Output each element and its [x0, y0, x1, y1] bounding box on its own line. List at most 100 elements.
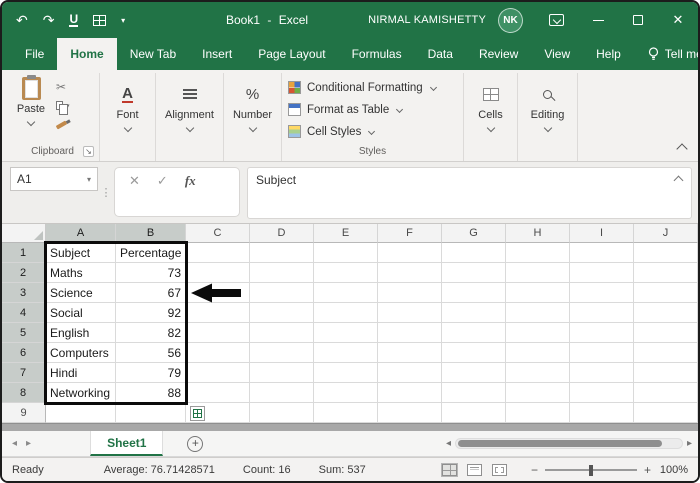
cell-H8[interactable] [506, 383, 570, 403]
customize-qat-icon[interactable]: ▾ [121, 16, 125, 25]
collapse-ribbon-icon[interactable] [676, 143, 687, 154]
paste-button[interactable]: Paste [12, 75, 50, 143]
scrollbar-thumb[interactable] [458, 440, 662, 447]
cell-I1[interactable] [570, 243, 634, 263]
cell-I7[interactable] [570, 363, 634, 383]
collapse-formula-bar-icon[interactable] [674, 176, 684, 186]
row-header-9[interactable]: 9 [2, 403, 46, 423]
column-header-C[interactable]: C [186, 224, 250, 243]
ribbon-group-editing[interactable]: Editing [518, 73, 578, 161]
format-painter-button[interactable] [56, 117, 70, 132]
cell-J7[interactable] [634, 363, 698, 383]
tab-insert[interactable]: Insert [189, 38, 245, 70]
cell-G6[interactable] [442, 343, 506, 363]
cell-I2[interactable] [570, 263, 634, 283]
column-header-F[interactable]: F [378, 224, 442, 243]
cell-B2[interactable]: 73 [116, 263, 186, 283]
cell-E6[interactable] [314, 343, 378, 363]
tab-file[interactable]: File [12, 38, 57, 70]
cell-B7[interactable]: 79 [116, 363, 186, 383]
cell-I9[interactable] [570, 403, 634, 423]
cell-E8[interactable] [314, 383, 378, 403]
cell-G2[interactable] [442, 263, 506, 283]
column-header-B[interactable]: B [116, 224, 186, 243]
cell-A3[interactable]: Science [46, 283, 116, 303]
name-box[interactable]: A1 ▾ [10, 167, 98, 191]
cell-D8[interactable] [250, 383, 314, 403]
cell-B4[interactable]: 92 [116, 303, 186, 323]
cell-B8[interactable]: 88 [116, 383, 186, 403]
cell-H1[interactable] [506, 243, 570, 263]
cell-A4[interactable]: Social [46, 303, 116, 323]
column-header-I[interactable]: I [570, 224, 634, 243]
ribbon-display-options-icon[interactable] [549, 14, 564, 26]
cell-G1[interactable] [442, 243, 506, 263]
row-header-2[interactable]: 2 [2, 263, 46, 283]
cell-J9[interactable] [634, 403, 698, 423]
cell-G5[interactable] [442, 323, 506, 343]
tab-review[interactable]: Review [466, 38, 531, 70]
column-header-E[interactable]: E [314, 224, 378, 243]
cell-F8[interactable] [378, 383, 442, 403]
scrollbar-track[interactable] [455, 438, 683, 449]
tell-me-button[interactable]: Tell me [648, 38, 700, 70]
cell-E7[interactable] [314, 363, 378, 383]
cell-J6[interactable] [634, 343, 698, 363]
column-header-H[interactable]: H [506, 224, 570, 243]
cell-J2[interactable] [634, 263, 698, 283]
row-header-5[interactable]: 5 [2, 323, 46, 343]
conditional-formatting-button[interactable]: Conditional Formatting [286, 77, 459, 98]
cell-C6[interactable] [186, 343, 250, 363]
select-all-corner[interactable] [2, 224, 46, 243]
cell-D1[interactable] [250, 243, 314, 263]
cell-E1[interactable] [314, 243, 378, 263]
horizontal-scrollbar[interactable]: ◂ ▸ [446, 438, 692, 449]
sheet-nav-left-icon[interactable]: ◂ [12, 438, 17, 449]
cancel-icon[interactable]: ✕ [129, 174, 140, 187]
cell-B6[interactable]: 56 [116, 343, 186, 363]
ribbon-group-alignment[interactable]: Alignment [156, 73, 224, 161]
sheet-nav-right-icon[interactable]: ▸ [26, 438, 31, 449]
page-break-view-button[interactable] [492, 464, 507, 476]
page-layout-view-button[interactable] [467, 464, 482, 476]
cell-C8[interactable] [186, 383, 250, 403]
zoom-slider[interactable] [545, 469, 637, 471]
cell-D9[interactable] [250, 403, 314, 423]
cell-H7[interactable] [506, 363, 570, 383]
sheet-tab-sheet1[interactable]: Sheet1 [90, 431, 163, 456]
cell-I3[interactable] [570, 283, 634, 303]
cell-H4[interactable] [506, 303, 570, 323]
copy-button[interactable]: ▾ [56, 98, 70, 113]
cell-E3[interactable] [314, 283, 378, 303]
cell-F2[interactable] [378, 263, 442, 283]
tab-home[interactable]: Home [57, 38, 116, 70]
zoom-in-button[interactable]: + [644, 464, 651, 476]
cell-H2[interactable] [506, 263, 570, 283]
row-header-1[interactable]: 1 [2, 243, 46, 263]
cell-A7[interactable]: Hindi [46, 363, 116, 383]
cell-A6[interactable]: Computers [46, 343, 116, 363]
enter-icon[interactable]: ✓ [157, 174, 168, 187]
maximize-button[interactable] [618, 2, 658, 38]
cell-D4[interactable] [250, 303, 314, 323]
tab-help[interactable]: Help [583, 38, 634, 70]
cell-G4[interactable] [442, 303, 506, 323]
row-header-8[interactable]: 8 [2, 383, 46, 403]
ribbon-group-font[interactable]: A Font [100, 73, 156, 161]
scroll-right-icon[interactable]: ▸ [687, 438, 692, 449]
cell-F6[interactable] [378, 343, 442, 363]
cell-E5[interactable] [314, 323, 378, 343]
cell-F1[interactable] [378, 243, 442, 263]
format-as-table-button[interactable]: Format as Table [286, 99, 459, 120]
cell-I8[interactable] [570, 383, 634, 403]
cell-F3[interactable] [378, 283, 442, 303]
cell-C1[interactable] [186, 243, 250, 263]
cell-I4[interactable] [570, 303, 634, 323]
cell-B5[interactable]: 82 [116, 323, 186, 343]
cut-button[interactable]: ✂ [56, 79, 70, 94]
cell-E4[interactable] [314, 303, 378, 323]
formula-input[interactable]: Subject [247, 167, 692, 219]
cell-J1[interactable] [634, 243, 698, 263]
cell-E2[interactable] [314, 263, 378, 283]
column-header-A[interactable]: A [46, 224, 116, 243]
